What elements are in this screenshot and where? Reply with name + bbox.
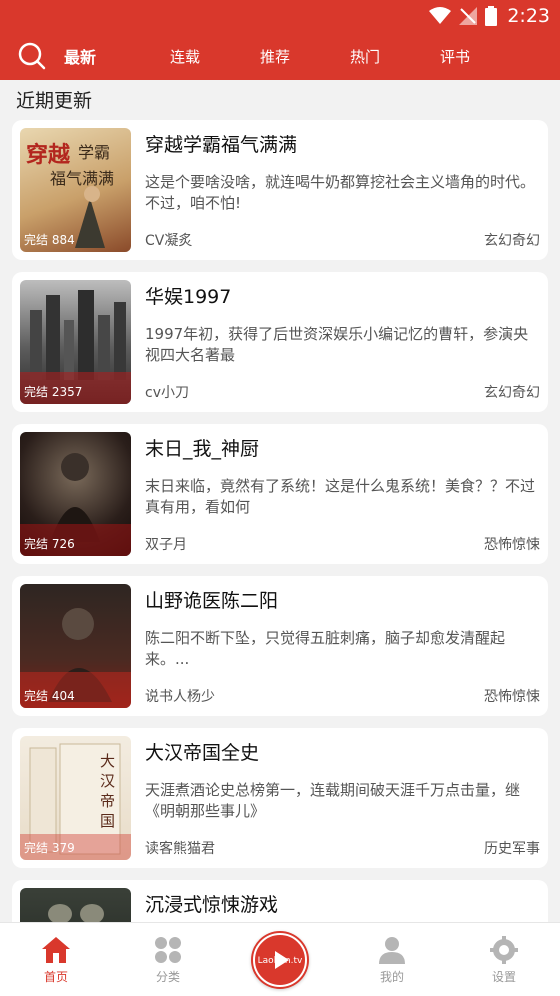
book-title: 穿越学霸福气满满 <box>145 134 298 156</box>
bottom-nav-settings-label: 设置 <box>491 969 516 984</box>
book-card[interactable]: 穿越 学霸 福气满满 完结 884 穿越学霸福气满满 这是个要啥没啥，就连喝牛奶… <box>12 120 548 260</box>
svg-text:福气满满: 福气满满 <box>50 169 114 188</box>
cover-status-label: 完结 404 <box>24 689 75 703</box>
grid-icon <box>155 936 181 963</box>
book-author: CV凝炙 <box>145 233 193 249</box>
bottom-nav-home-label: 首页 <box>43 969 68 984</box>
battery-icon <box>485 6 498 26</box>
book-description: 这是个要啥没啥，就连喝牛奶都算挖社会主义墙角的时代。不过，咱不怕! <box>145 173 536 212</box>
book-title: 山野诡医陈二阳 <box>145 590 279 612</box>
book-author: 说书人杨少 <box>145 689 215 705</box>
svg-text:大: 大 <box>100 752 115 770</box>
book-cover: 完结 404 <box>20 584 131 708</box>
no-signal-icon <box>459 7 478 25</box>
status-time: 2:23 <box>507 5 550 27</box>
book-cover: 完结 2357 <box>20 280 131 404</box>
bottom-nav-player[interactable]: Laoban.tv <box>240 930 320 989</box>
home-icon <box>42 936 70 963</box>
book-author: 双子月 <box>145 537 187 553</box>
book-title: 末日_我_神厨 <box>145 438 260 460</box>
book-author: 读客熊猫君 <box>145 841 215 857</box>
book-title: 沉浸式惊悚游戏 <box>145 894 279 916</box>
status-icons <box>429 6 498 26</box>
book-description: 陈二阳不断下坠，只觉得五脏刺痛，脑子却愈发清醒起来。... <box>145 629 506 668</box>
book-genre: 玄幻奇幻 <box>484 233 540 249</box>
svg-text:学霸: 学霸 <box>78 143 110 162</box>
tab-serializing[interactable]: 连载 <box>140 46 230 67</box>
bottom-nav-home[interactable]: 首页 <box>16 935 96 985</box>
wifi-icon <box>429 7 452 24</box>
user-icon <box>379 936 405 964</box>
top-nav: 最新 连载 推荐 热门 评书 <box>0 32 560 80</box>
cover-status-label: 完结 2357 <box>24 385 83 399</box>
bottom-nav: 首页 分类 Laoban.tv 我的 设置 <box>0 922 560 996</box>
cover-status-label: 完结 379 <box>24 841 75 855</box>
book-description: 天涯煮酒论史总榜第一，连载期间破天涯千万点击量，继《明朝那些事儿》 <box>145 781 521 820</box>
book-title: 大汉帝国全史 <box>145 742 260 764</box>
category-tabs: 最新 连载 推荐 热门 评书 <box>64 44 500 68</box>
cover-status-label: 完结 726 <box>24 537 75 551</box>
book-card[interactable]: 完结 404 山野诡医陈二阳 陈二阳不断下坠，只觉得五脏刺痛，脑子却愈发清醒起来… <box>12 576 548 716</box>
book-card[interactable]: 完结 726 末日_我_神厨 末日来临，竟然有了系统！这是什么鬼系统！美食？？不… <box>12 424 548 564</box>
gear-icon <box>490 935 518 964</box>
bottom-nav-settings[interactable]: 设置 <box>464 935 544 985</box>
tab-latest[interactable]: 最新 <box>64 44 114 68</box>
search-button[interactable] <box>0 32 64 80</box>
bottom-nav-category-label: 分类 <box>155 969 180 984</box>
svg-text:汉: 汉 <box>100 772 115 790</box>
player-button[interactable]: Laoban.tv <box>251 930 309 989</box>
book-description: 1997年初，获得了后世资深娱乐小编记忆的曹轩，参演央视四大名著最 <box>145 325 529 364</box>
book-card[interactable]: 完结 2357 华娱1997 1997年初，获得了后世资深娱乐小编记忆的曹轩，参… <box>12 272 548 412</box>
book-description: 末日来临，竟然有了系统！这是什么鬼系统！美食？？不过真有用，看如何 <box>145 477 536 516</box>
book-genre: 恐怖惊悚 <box>484 689 540 705</box>
svg-text:国: 国 <box>100 812 115 830</box>
tab-popular[interactable]: 热门 <box>320 46 410 67</box>
player-logo-text: Laoban.tv <box>257 955 303 966</box>
book-card[interactable]: 大 汉 帝 国 完结 379 大汉帝国全史 天涯煮酒论史总榜第一，连载期间破天涯… <box>12 728 548 868</box>
svg-text:穿越: 穿越 <box>26 142 71 168</box>
book-genre: 恐怖惊悚 <box>484 537 540 553</box>
book-cover: 大 汉 帝 国 完结 379 <box>20 736 131 860</box>
book-author: cv小刀 <box>145 385 189 401</box>
bottom-nav-mine[interactable]: 我的 <box>352 935 432 985</box>
cover-status-label: 完结 884 <box>24 233 75 247</box>
tab-recommended[interactable]: 推荐 <box>230 46 320 67</box>
search-icon <box>18 42 46 70</box>
bottom-nav-mine-label: 我的 <box>379 969 404 984</box>
book-genre: 玄幻奇幻 <box>484 385 540 401</box>
section-title: 近期更新 <box>16 90 93 112</box>
book-genre: 历史军事 <box>484 841 540 857</box>
book-list: 穿越 学霸 福气满满 完结 884 穿越学霸福气满满 这是个要啥没啥，就连喝牛奶… <box>12 120 548 996</box>
book-title: 华娱1997 <box>145 286 232 308</box>
bottom-nav-category[interactable]: 分类 <box>128 935 208 985</box>
book-cover: 穿越 学霸 福气满满 完结 884 <box>20 128 131 252</box>
tab-storytelling[interactable]: 评书 <box>410 46 500 67</box>
status-bar: 2:23 <box>0 0 560 32</box>
svg-text:帝: 帝 <box>100 792 115 810</box>
book-cover: 完结 726 <box>20 432 131 556</box>
